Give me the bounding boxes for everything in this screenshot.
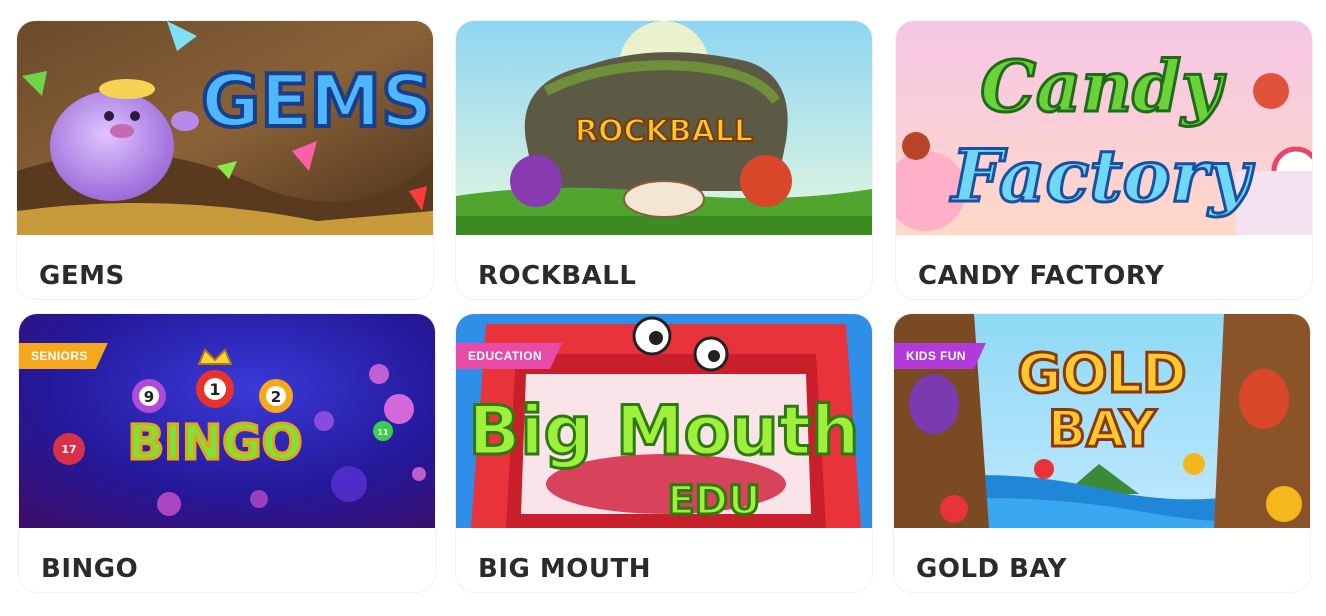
category-badge: EDUCATION: [456, 343, 562, 369]
candy-factory-logo-line2: Factory: [950, 133, 1255, 218]
big-mouth-logo: Big Mouth: [468, 392, 859, 471]
gems-artwork: GEMS: [17, 21, 433, 235]
game-card-bingo[interactable]: 17 11 9 1 2 BINGO SENIORS BINGO: [19, 314, 435, 592]
bingo-deco-ball: 17: [61, 443, 76, 456]
gems-logo: GEMS: [201, 59, 433, 143]
game-title[interactable]: ROCKBALL: [456, 235, 872, 299]
game-title[interactable]: GEMS: [17, 235, 433, 299]
game-thumbnail-candy-factory[interactable]: Candy Factory: [896, 21, 1312, 235]
game-title[interactable]: GOLD BAY: [894, 528, 1310, 592]
game-card-rockball[interactable]: ROCKBALL ROCKBALL: [456, 21, 872, 299]
category-badge: KIDS FUN: [894, 343, 986, 369]
bingo-ball: 1: [209, 380, 220, 399]
candy-factory-logo-line1: Candy: [980, 45, 1226, 128]
big-mouth-logo-edu: EDU: [667, 478, 760, 524]
category-badge: SENIORS: [19, 343, 108, 369]
game-thumbnail-bingo[interactable]: 17 11 9 1 2 BINGO SENIORS: [19, 314, 435, 528]
game-title[interactable]: CANDY FACTORY: [896, 235, 1312, 299]
game-card-big-mouth[interactable]: Big Mouth EDU EDUCATION BIG MOUTH: [456, 314, 872, 592]
bingo-logo: BINGO: [128, 415, 303, 471]
gold-bay-logo-line1: GOLD: [1017, 342, 1186, 405]
bingo-ball: 2: [271, 388, 281, 406]
bingo-deco-ball: 11: [377, 428, 389, 437]
rockball-logo: ROCKBALL: [575, 114, 753, 149]
rockball-artwork: ROCKBALL: [456, 21, 872, 235]
candy-factory-artwork: Candy Factory: [896, 21, 1312, 235]
game-title[interactable]: BINGO: [19, 528, 435, 592]
game-card-gold-bay[interactable]: GOLD BAY KIDS FUN GOLD BAY: [894, 314, 1310, 592]
game-thumbnail-big-mouth[interactable]: Big Mouth EDU EDUCATION: [456, 314, 872, 528]
game-thumbnail-rockball[interactable]: ROCKBALL: [456, 21, 872, 235]
game-thumbnail-gems[interactable]: GEMS: [17, 21, 433, 235]
game-thumbnail-gold-bay[interactable]: GOLD BAY KIDS FUN: [894, 314, 1310, 528]
game-title[interactable]: BIG MOUTH: [456, 528, 872, 592]
game-card-gems[interactable]: GEMS GEMS: [17, 21, 433, 299]
gold-bay-logo-line2: BAY: [1048, 400, 1157, 458]
game-card-candy-factory[interactable]: Candy Factory CANDY FACTORY: [896, 21, 1312, 299]
bingo-ball: 9: [144, 388, 154, 406]
